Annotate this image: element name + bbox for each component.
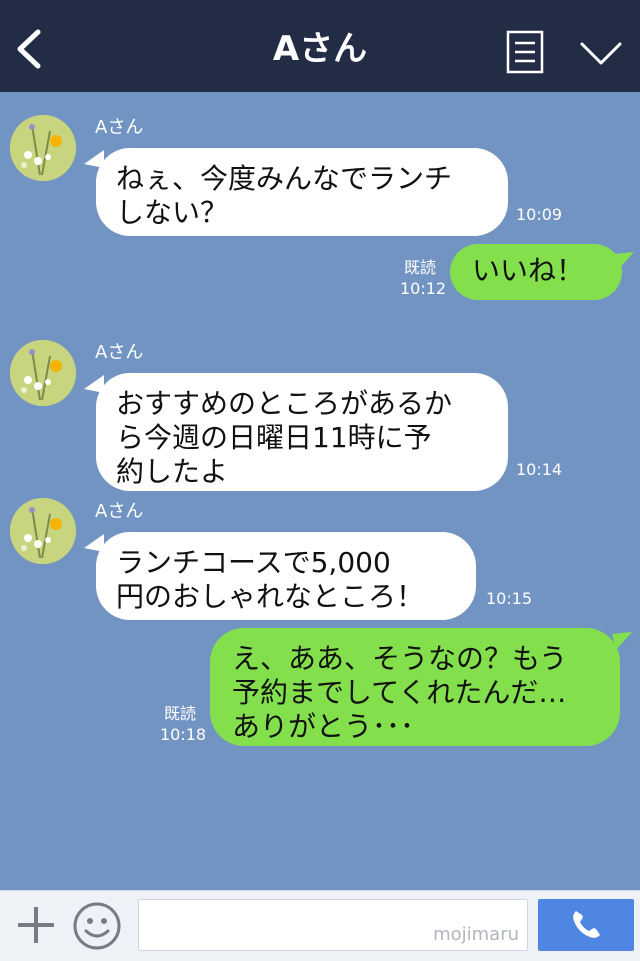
avatar[interactable] [10,340,76,406]
back-button[interactable] [10,26,50,72]
emoji-button[interactable] [72,901,122,951]
flower-avatar-icon [10,115,76,181]
flower-avatar-icon [10,340,76,406]
avatar[interactable] [10,498,76,564]
chat-header: Aさん [0,0,640,92]
message-time: 10:14 [516,460,563,479]
input-bar: mojimaru [0,890,640,961]
chevron-down-icon [580,42,622,65]
message-input[interactable]: mojimaru [138,899,528,951]
message-time: 10:09 [516,205,563,224]
add-button[interactable] [14,903,58,947]
message-bubble-incoming[interactable]: ランチコースで5,000 円のおしゃれなところ！ [96,532,476,620]
emoji-icon [73,902,121,950]
message-time: 10:18 [160,725,207,744]
bubble-tail [612,632,632,650]
sender-name: Aさん [95,342,144,363]
plus-icon [18,907,54,943]
sender-name: Aさん [95,501,144,522]
message-bubble-outgoing[interactable]: え、ああ、そうなの？もう 予約までしてくれたんだ… ありがとう･･･ [210,628,620,746]
phone-icon [573,911,600,938]
chat-area[interactable]: Aさん ねぇ、今度みんなでランチ しない？ 10:09 既読 10:12 いいね… [0,92,640,890]
menu-button[interactable] [506,30,544,74]
flower-avatar-icon [10,498,76,564]
collapse-button[interactable] [578,38,624,68]
avatar[interactable] [10,115,76,181]
menu-icon [506,30,544,74]
message-bubble-incoming[interactable]: ねぇ、今度みんなでランチ しない？ [96,148,508,236]
message-time: 10:15 [486,589,533,608]
bubble-tail [614,252,634,270]
message-time: 10:12 [400,279,447,298]
message-bubble-incoming[interactable]: おすすめのところがあるか ら今週の日曜日11時に予 約したよ [96,373,508,491]
sender-name: Aさん [95,117,144,138]
message-bubble-outgoing[interactable]: いいね！ [450,244,622,300]
read-receipt: 既読 [403,258,436,277]
watermark: mojimaru [433,924,519,945]
read-receipt: 既読 [163,704,196,723]
call-button[interactable] [538,899,634,951]
chevron-left-icon [17,29,41,69]
chat-title: Aさん [272,29,368,69]
